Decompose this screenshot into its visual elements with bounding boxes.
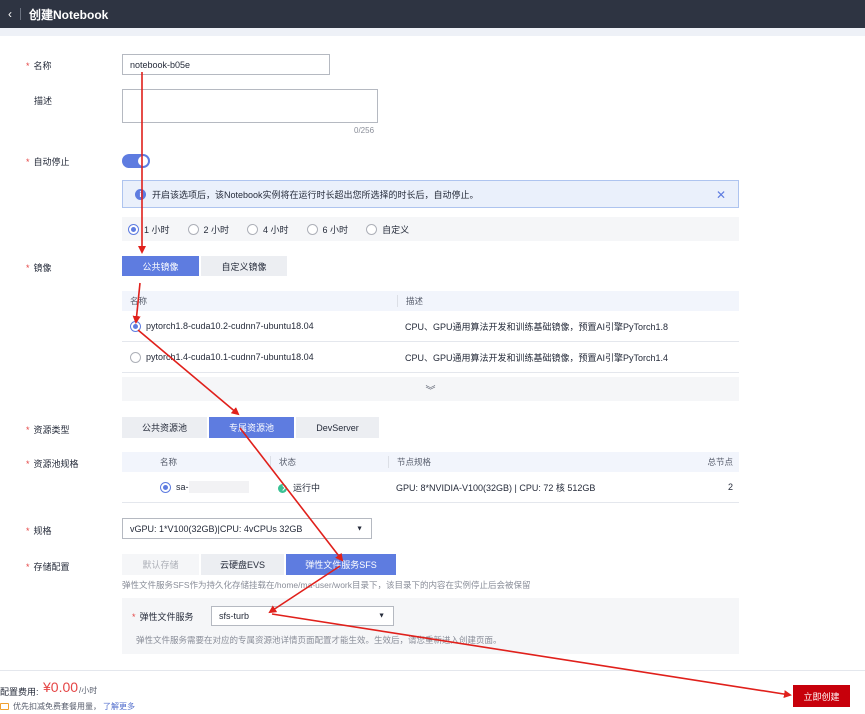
coupon-icon [0, 703, 9, 710]
flavor-select[interactable]: vGPU: 1*V100(32GB)|CPU: 4vCPUs 32GB ▼ [122, 518, 372, 539]
duration-option-custom[interactable]: 自定义 [366, 223, 409, 236]
running-status-icon [278, 483, 287, 493]
table-row[interactable]: pytorch1.8-cuda10.2-cudnn7-ubuntu18.04 C… [122, 311, 739, 342]
name-label: * 名称 [26, 61, 52, 71]
caret-down-icon: ▼ [378, 612, 385, 620]
auto-stop-toggle[interactable] [122, 154, 150, 168]
column-header-name: 名称 [160, 457, 178, 467]
pool-table-header: 名称 状态 节点规格 总节点 [122, 452, 739, 472]
radio-selected-icon [128, 223, 139, 235]
sfs-label: * 弹性文件服务 [132, 612, 194, 622]
flavor-label: * 规格 [26, 526, 52, 536]
storage-default[interactable]: 默认存储 [122, 554, 199, 575]
header-band [0, 28, 865, 36]
resource-dedicated-pool[interactable]: 专属资源池 [209, 417, 294, 438]
image-tabs: 公共镜像 自定义镜像 [122, 256, 289, 276]
storage-label: * 存储配置 [26, 562, 70, 572]
image-desc: CPU、GPU通用算法开发和训练基础镜像，预置AI引擎PyTorch1.8 [405, 321, 669, 332]
description-textarea[interactable] [122, 89, 378, 123]
storage-sfs[interactable]: 弹性文件服务SFS [286, 554, 396, 575]
column-header-total-nodes: 总节点 [707, 457, 733, 467]
sfs-hint: 弹性文件服务需要在对应的专属资源池详情页面配置才能生效。生效后，请您重新进入创建… [136, 635, 502, 645]
top-bar: ‹ 创建Notebook [0, 0, 865, 28]
sfs-value: sfs-turb [219, 611, 250, 621]
duration-option-1h[interactable]: 1 小时 [128, 223, 170, 236]
price-value: ¥0.00 [43, 679, 79, 695]
storage-hint: 弹性文件服务SFS作为持久化存储挂载在/home/ma-user/work目录下… [122, 580, 531, 590]
flavor-value: vGPU: 1*V100(32GB)|CPU: 4vCPUs 32GB [130, 523, 303, 534]
pool-table: 名称 状态 节点规格 总节点 sa- 运行中 GPU: 8*NVIDIA-V10… [122, 452, 739, 503]
image-table-header: 名称 描述 [122, 291, 739, 311]
auto-stop-info-banner: i 开启该选项后，该Notebook实例将在运行时长超出您所选择的时长后，自动停… [122, 180, 739, 208]
tab-public-image[interactable]: 公共镜像 [122, 256, 199, 276]
radio-icon [187, 223, 199, 235]
redacted-pool-name [188, 481, 249, 493]
caret-down-icon: ▼ [356, 525, 363, 532]
duration-option-6h[interactable]: 6 小时 [306, 223, 348, 236]
image-name: pytorch1.4-cuda10.1-cudnn7-ubuntu18.04 [146, 352, 314, 362]
auto-stop-info-text: 开启该选项后，该Notebook实例将在运行时长超出您所选择的时长后，自动停止。 [152, 189, 479, 200]
column-header-node-spec: 节点规格 [388, 456, 698, 468]
image-table: 名称 描述 pytorch1.8-cuda10.2-cudnn7-ubuntu1… [122, 291, 739, 373]
learn-more-link[interactable]: 了解更多 [103, 701, 135, 712]
sfs-panel: * 弹性文件服务 sfs-turb ▼ 弹性文件服务需要在对应的专属资源池详情页面… [122, 598, 739, 654]
sfs-select[interactable]: sfs-turb ▼ [211, 606, 394, 626]
pool-spec-label: * 资源池规格 [26, 459, 79, 469]
radio-selected-icon[interactable] [130, 320, 141, 332]
resource-type-group: 公共资源池 专属资源池 DevServer [122, 417, 381, 438]
create-now-button[interactable]: 立即创建 [793, 685, 850, 707]
radio-icon [247, 223, 259, 235]
column-header-status: 状态 [270, 456, 388, 468]
table-row[interactable]: pytorch1.4-cuda10.1-cudnn7-ubuntu18.04 C… [122, 342, 739, 373]
storage-group: 默认存储 云硬盘EVS 弹性文件服务SFS [122, 554, 398, 575]
name-input[interactable]: notebook-b05e [122, 54, 330, 75]
price-unit: /小时 [79, 686, 98, 695]
auto-stop-duration-group: 1 小时 2 小时 4 小时 6 小时 自定义 [122, 217, 739, 241]
table-row[interactable]: sa- 运行中 GPU: 8*NVIDIA-V100(32GB) | CPU: … [122, 472, 739, 503]
footer-bar: 配置费用: ¥0.00 /小时 优先扣减免费套餐用量， 了解更多 立即创建 [0, 670, 865, 714]
pool-status: 运行中 [293, 482, 321, 493]
pool-name: sa- [176, 482, 189, 492]
column-header-desc: 描述 [397, 295, 739, 307]
radio-icon[interactable] [130, 351, 141, 363]
pool-total-nodes: 2 [727, 482, 733, 492]
image-name: pytorch1.8-cuda10.2-cudnn7-ubuntu18.04 [146, 321, 314, 331]
discount-note: 优先扣减免费套餐用量， 了解更多 [0, 701, 135, 712]
image-label: * 镜像 [26, 263, 52, 273]
close-icon[interactable]: ✕ [716, 188, 726, 202]
price-label: 配置费用: [0, 687, 39, 697]
radio-icon [366, 223, 378, 235]
info-icon: i [135, 188, 146, 200]
storage-evs[interactable]: 云硬盘EVS [201, 554, 284, 575]
duration-option-2h[interactable]: 2 小时 [187, 223, 229, 236]
column-header-name: 名称 [130, 296, 148, 306]
chevron-left-icon[interactable]: ‹ [0, 0, 20, 28]
double-chevron-down-icon[interactable]: ︾ [122, 377, 739, 401]
page-title: 创建Notebook [29, 7, 109, 22]
tab-custom-image[interactable]: 自定义镜像 [201, 256, 287, 276]
pool-node-spec: GPU: 8*NVIDIA-V100(32GB) | CPU: 72 核 512… [396, 482, 596, 493]
radio-icon [306, 223, 318, 235]
image-desc: CPU、GPU通用算法开发和训练基础镜像，预置AI引擎PyTorch1.4 [405, 352, 669, 363]
resource-public-pool[interactable]: 公共资源池 [122, 417, 207, 438]
resource-devserver[interactable]: DevServer [296, 417, 379, 438]
header-divider [20, 8, 21, 20]
radio-selected-icon[interactable] [160, 481, 171, 493]
description-label: 描述 [34, 96, 53, 106]
auto-stop-label: * 自动停止 [26, 157, 70, 167]
duration-option-4h[interactable]: 4 小时 [247, 223, 289, 236]
resource-type-label: * 资源类型 [26, 425, 70, 435]
description-counter: 0/256 [354, 126, 375, 135]
